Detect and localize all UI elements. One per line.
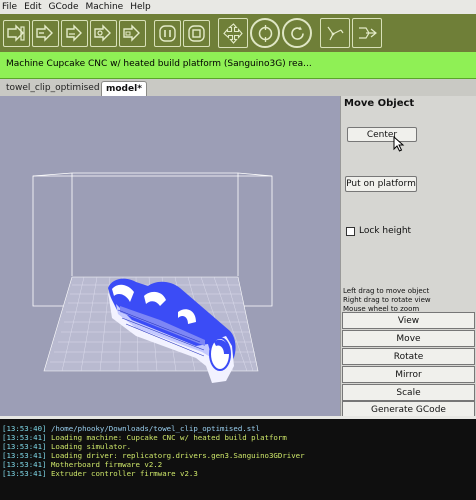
console-timestamp: [13:53:41]: [2, 469, 47, 478]
tab-bar: towel_clip_optimised model*: [0, 79, 476, 96]
help-line: Left drag to move object: [343, 287, 430, 295]
stop-icon: [188, 24, 205, 42]
help-line: Right drag to rotate view: [343, 296, 431, 304]
menu-bar: File Edit GCode Machine Help: [0, 0, 476, 14]
panel-title: Move Object: [344, 98, 415, 109]
extruder-icon: [327, 26, 343, 40]
console-timestamp: [13:53:40]: [2, 424, 47, 433]
lock-height-label: Lock height: [359, 226, 412, 236]
mirror-button[interactable]: Mirror: [342, 366, 475, 383]
console-log[interactable]: [13:53:40] /home/phooky/Downloads/towel_…: [0, 416, 476, 500]
console-timestamp: [13:53:41]: [2, 451, 47, 460]
disconnect-button[interactable]: [32, 19, 59, 47]
jog-control-icon: [222, 22, 243, 44]
console-message: Extruder controller firmware v2.3: [50, 469, 198, 478]
move-button[interactable]: Move: [342, 330, 475, 347]
console-message: Motherboard firmware v2.2: [50, 460, 163, 469]
rotate-button[interactable]: [282, 18, 312, 48]
console-message: /home/phooky/Downloads/towel_clip_optimi…: [50, 424, 261, 433]
connect-icon: [7, 23, 25, 42]
console-line: [13:53:41] Loading driver: replicatorg.d…: [2, 451, 474, 460]
machine-status-text: Machine Cupcake CNC w/ heated build plat…: [6, 59, 312, 69]
console-line: [13:53:41] Motherboard firmware v2.2: [2, 460, 474, 469]
console-timestamp: [13:53:41]: [2, 442, 47, 451]
menu-machine[interactable]: Machine: [86, 0, 124, 14]
rotate-icon: [290, 26, 304, 40]
console-message: Loading simulator.: [50, 442, 132, 451]
download-icon: [94, 23, 111, 42]
console-line: [13:53:40] /home/phooky/Downloads/towel_…: [2, 424, 474, 433]
menu-edit[interactable]: Edit: [24, 0, 41, 14]
menu-gcode[interactable]: GCode: [49, 0, 79, 14]
view-button[interactable]: View: [342, 312, 475, 329]
console-message: Loading driver: replicatorg.drivers.gen3…: [50, 451, 305, 460]
connect-button[interactable]: [3, 19, 30, 47]
help-text: Left drag to move object Right drag to r…: [343, 287, 431, 314]
menu-file[interactable]: File: [2, 0, 17, 14]
console-line: [13:53:41] Loading machine: Cupcake CNC …: [2, 433, 474, 442]
reset-icon: [258, 24, 272, 42]
center-button[interactable]: Center: [347, 127, 417, 142]
jog-control-button[interactable]: [218, 18, 248, 48]
upload-icon: [66, 23, 82, 42]
build-button[interactable]: [119, 19, 146, 47]
upload-button[interactable]: [61, 19, 88, 47]
console-line: [13:53:41] Extruder controller firmware …: [2, 469, 474, 478]
toolbar: [0, 14, 476, 52]
menu-help[interactable]: Help: [130, 0, 151, 14]
console-message: Loading machine: Cupcake CNC w/ heated b…: [50, 433, 287, 442]
put-on-platform-button[interactable]: Put on platform: [345, 176, 417, 192]
scale-button[interactable]: Scale: [342, 384, 475, 401]
console-timestamp: [13:53:41]: [2, 433, 47, 442]
simulator-button[interactable]: [352, 18, 382, 48]
scene-drawing: [32, 172, 273, 383]
tab-towel-clip[interactable]: towel_clip_optimised: [2, 81, 104, 96]
pause-icon: [159, 24, 176, 42]
pause-button[interactable]: [154, 19, 181, 47]
lock-height-checkbox[interactable]: Lock height: [346, 226, 411, 236]
machine-status-bar: Machine Cupcake CNC w/ heated build plat…: [0, 52, 476, 79]
move-to-origin-icon: [123, 23, 140, 42]
mouse-cursor-icon: [393, 136, 405, 152]
console-line: [13:53:41] Loading simulator.: [2, 442, 474, 451]
checkbox-box[interactable]: [346, 226, 355, 236]
simulator-icon: [358, 26, 377, 39]
disconnect-icon: [36, 23, 53, 42]
move-object-panel: Move Object Center Put on platform Lock …: [340, 96, 476, 418]
model-viewport[interactable]: [0, 96, 340, 416]
console-timestamp: [13:53:41]: [2, 460, 47, 469]
rotate-button-panel[interactable]: Rotate: [342, 348, 475, 365]
download-button[interactable]: [90, 19, 117, 47]
tab-model[interactable]: model*: [101, 81, 147, 96]
reset-button[interactable]: [250, 18, 280, 48]
stop-button[interactable]: [183, 19, 210, 47]
extruder-button[interactable]: [320, 18, 350, 48]
